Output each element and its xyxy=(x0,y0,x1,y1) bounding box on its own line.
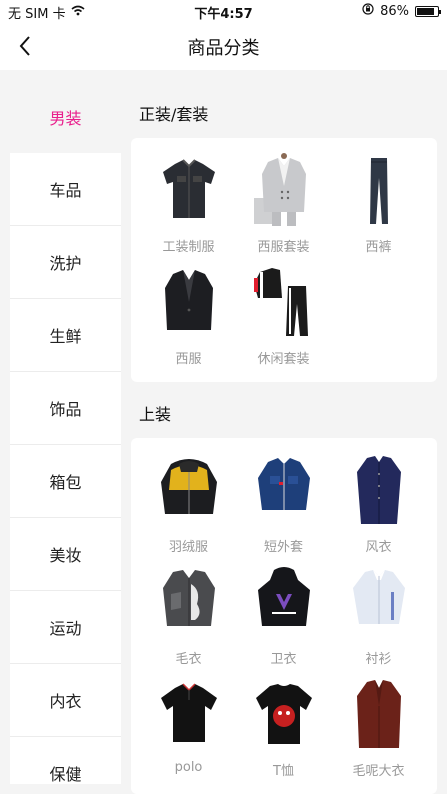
short-jacket-image xyxy=(257,458,310,510)
casual-set-image xyxy=(253,268,308,336)
sidebar-item-health[interactable]: 保健 xyxy=(10,737,121,784)
item-label: 羽绒服 xyxy=(168,540,208,555)
category-item-trench-coat[interactable]: 风衣 xyxy=(331,446,426,558)
section-title-tops: 上装 xyxy=(139,405,172,424)
navigation-bar: 商品分类 xyxy=(0,22,447,70)
battery-icon xyxy=(415,5,441,17)
formal-card: 工装制服 西服套装 西裤 西服 休闲套装 xyxy=(131,138,437,382)
suit-set-image xyxy=(253,153,306,226)
tops-card: 羽绒服 短外套 风衣 毛衣 卫衣 衬衫 polo T恤 毛呢大衣 xyxy=(131,438,437,794)
sweater-image xyxy=(162,570,215,626)
category-item-suit-set[interactable]: 西服套装 xyxy=(236,146,331,258)
item-label: 工装制服 xyxy=(162,240,215,255)
sidebar-item-sports[interactable]: 运动 xyxy=(10,591,121,664)
item-label: polo xyxy=(174,760,203,775)
status-bar: 无 SIM 卡 下午4:57 86% xyxy=(0,0,447,22)
trousers-image xyxy=(369,158,388,224)
item-label: T恤 xyxy=(273,764,294,779)
item-label: 卫衣 xyxy=(270,652,297,667)
work-uniform-image xyxy=(162,159,215,218)
item-label: 休闲套装 xyxy=(257,352,310,367)
sidebar-item-menswear[interactable]: 男装 xyxy=(10,80,121,153)
sidebar-item-underwear[interactable]: 内衣 xyxy=(10,664,121,737)
item-label: 毛衣 xyxy=(175,652,202,667)
sidebar-item-bags[interactable]: 箱包 xyxy=(10,445,121,518)
down-jacket-image xyxy=(160,459,217,514)
item-label: 短外套 xyxy=(263,540,303,555)
item-label: 西服 xyxy=(175,352,202,367)
tshirt-image xyxy=(255,684,312,744)
category-content: 正装/套装 工装制服 西服套装 西裤 西服 休闲套装 上装 羽绒服 短外套 风衣… xyxy=(131,88,437,794)
category-item-down-jacket[interactable]: 羽绒服 xyxy=(141,446,236,558)
sidebar-item-wash-care[interactable]: 洗护 xyxy=(10,226,121,299)
category-item-tshirt[interactable]: T恤 xyxy=(236,670,331,782)
sidebar-item-car[interactable]: 车品 xyxy=(10,153,121,226)
hoodie-image xyxy=(257,567,310,626)
section-title-formal: 正装/套装 xyxy=(139,105,209,124)
orientation-lock-icon xyxy=(362,3,374,19)
category-item-polo[interactable]: polo xyxy=(141,670,236,782)
category-item-shirt[interactable]: 衬衫 xyxy=(331,558,426,670)
battery-percent: 86% xyxy=(380,3,409,19)
trench-coat-image xyxy=(356,456,401,524)
sidebar-item-fresh[interactable]: 生鲜 xyxy=(10,299,121,372)
category-item-trousers[interactable]: 西裤 xyxy=(331,146,426,258)
category-item-work-uniform[interactable]: 工装制服 xyxy=(141,146,236,258)
polo-image xyxy=(160,683,217,742)
item-label: 风衣 xyxy=(365,540,392,555)
category-item-hoodie[interactable]: 卫衣 xyxy=(236,558,331,670)
shirt-image xyxy=(352,570,405,624)
wool-coat-image xyxy=(356,680,401,748)
item-label: 西服套装 xyxy=(257,240,310,255)
category-sidebar: 男装 车品 洗护 生鲜 饰品 箱包 美妆 运动 内衣 保健 xyxy=(10,80,121,784)
category-item-blazer[interactable]: 西服 xyxy=(141,258,236,370)
category-item-short-jacket[interactable]: 短外套 xyxy=(236,446,331,558)
sidebar-item-beauty[interactable]: 美妆 xyxy=(10,518,121,591)
item-label: 毛呢大衣 xyxy=(352,764,405,779)
category-item-sweater[interactable]: 毛衣 xyxy=(141,558,236,670)
item-label: 西裤 xyxy=(365,240,392,255)
sidebar-item-accessories[interactable]: 饰品 xyxy=(10,372,121,445)
category-item-casual-set[interactable]: 休闲套装 xyxy=(236,258,331,370)
page-title: 商品分类 xyxy=(187,38,260,59)
item-label: 衬衫 xyxy=(365,652,392,667)
blazer-image xyxy=(164,270,213,330)
category-item-wool-coat[interactable]: 毛呢大衣 xyxy=(331,670,426,782)
